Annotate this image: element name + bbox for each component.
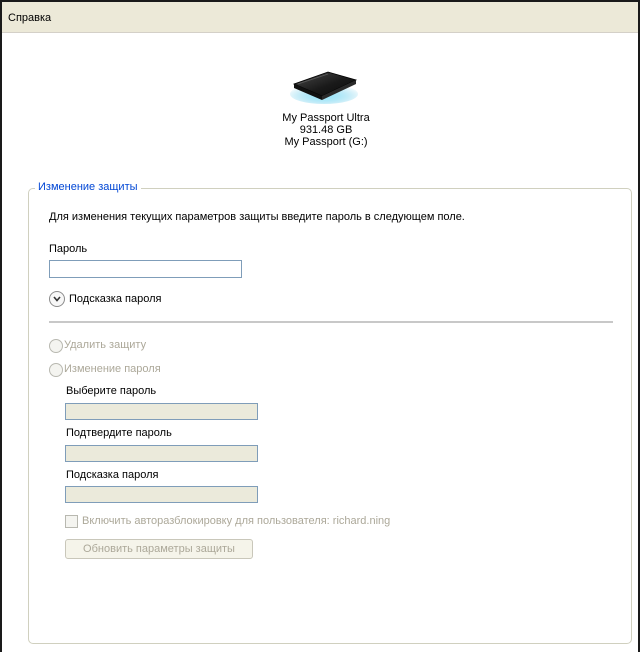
update-protection-button[interactable]: Обновить параметры защиты: [65, 539, 253, 559]
security-group: Изменение защиты Для изменения текущих п…: [28, 181, 632, 644]
confirm-password-input[interactable]: [65, 445, 258, 462]
device-text: My Passport Ultra 931.48 GB My Passport …: [2, 112, 640, 148]
auto-unlock-label: Включить авторазблокировку для пользоват…: [82, 515, 391, 527]
checkbox-box[interactable]: [65, 515, 78, 528]
group-title: Изменение защиты: [35, 181, 141, 193]
password-label: Пароль: [49, 243, 88, 255]
radio-button[interactable]: [49, 363, 63, 377]
password-input[interactable]: [49, 260, 242, 278]
separator: [49, 321, 613, 323]
choose-password-input[interactable]: [65, 403, 258, 420]
change-password-label: Изменение пароля: [64, 363, 161, 375]
device-capacity: 931.48 GB: [299, 124, 353, 136]
confirm-password-label: Подтвердите пароль: [66, 427, 172, 439]
chevron-down-icon[interactable]: [49, 291, 65, 307]
menu-help[interactable]: Справка: [8, 12, 51, 24]
password-hint-label: Подсказка пароля: [66, 469, 159, 481]
menu-bar: Справка: [2, 2, 638, 33]
device-model: My Passport Ultra: [282, 112, 370, 124]
radio-button[interactable]: [49, 339, 63, 353]
password-hint-toggle-label: Подсказка пароля: [69, 293, 162, 305]
password-hint-input[interactable]: [65, 486, 258, 503]
device-info: My Passport Ultra 931.48 GB My Passport …: [2, 32, 638, 182]
app-window: Справка My Passport Ultra 931.48 GB My P…: [0, 0, 640, 652]
instruction-text: Для изменения текущих параметров защиты …: [49, 211, 465, 223]
external-drive-icon: [288, 66, 360, 106]
choose-password-label: Выберите пароль: [66, 385, 157, 397]
remove-protection-label: Удалить защиту: [64, 339, 147, 351]
device-volume: My Passport (G:): [284, 136, 368, 148]
